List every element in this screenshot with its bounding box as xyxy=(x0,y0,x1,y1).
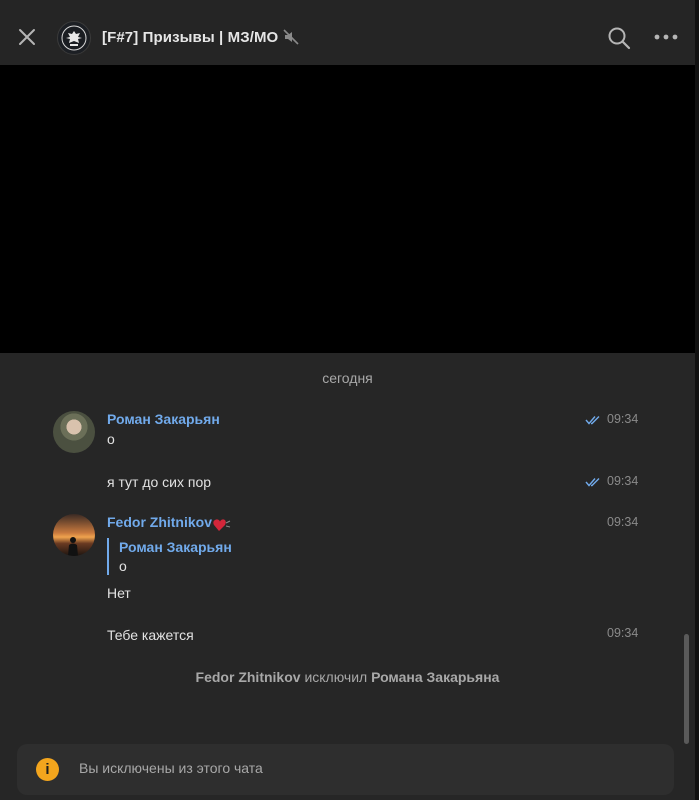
chat-title[interactable]: [F#7] Призывы | МЗ/МО xyxy=(102,29,278,46)
scrollbar[interactable] xyxy=(684,634,689,744)
reply-author: Роман Закарьян xyxy=(119,539,232,555)
message-time: 09:34 xyxy=(607,626,639,640)
message-list[interactable]: сегодня Роман Закарьян о 09:34 я тут до … xyxy=(0,353,695,800)
media-panel xyxy=(0,65,695,353)
chat-header: [F#7] Призывы | МЗ/МО xyxy=(0,0,699,65)
read-checkmarks-icon xyxy=(585,478,600,487)
avatar[interactable] xyxy=(53,411,95,453)
chat-window: [F#7] Призывы | МЗ/МО сегодня Роман Зака… xyxy=(0,0,699,800)
muted-speaker-icon xyxy=(283,29,299,45)
message-author[interactable]: Fedor Zhitnikov xyxy=(107,514,212,530)
message-text: я тут до сих пор xyxy=(107,474,212,490)
service-actor[interactable]: Fedor Zhitnikov xyxy=(196,669,301,685)
message-time: 09:34 xyxy=(607,515,639,529)
chat-avatar[interactable] xyxy=(57,21,91,55)
read-checkmarks-icon xyxy=(585,416,600,425)
close-icon xyxy=(19,29,35,45)
notice-text: Вы исключены из этого чата xyxy=(79,760,263,776)
more-options-icon[interactable] xyxy=(653,28,679,46)
message-time: 09:34 xyxy=(607,474,639,488)
search-icon[interactable] xyxy=(607,26,631,50)
service-target[interactable]: Романа Закарьяна xyxy=(371,669,499,685)
service-action: исключил xyxy=(304,669,368,685)
message-time: 09:34 xyxy=(607,412,639,426)
heart-emoji-icon xyxy=(213,519,231,531)
emblem-icon xyxy=(61,25,87,51)
service-message: Fedor Zhitnikov исключил Романа Закарьян… xyxy=(0,669,695,685)
reply-quote[interactable]: Роман Закарьян о xyxy=(107,538,232,575)
avatar[interactable] xyxy=(53,514,95,556)
message-author[interactable]: Роман Закарьян xyxy=(107,411,220,427)
reply-text: о xyxy=(119,558,127,574)
message-text: Тебе кажется xyxy=(107,627,194,643)
kicked-notice: i Вы исключены из этого чата xyxy=(17,744,674,795)
message-text: Нет xyxy=(107,585,131,601)
window-edge xyxy=(695,0,699,800)
silhouette-icon xyxy=(68,537,78,556)
close-button[interactable] xyxy=(17,27,37,47)
info-icon: i xyxy=(36,758,59,781)
message-text: о xyxy=(107,431,115,447)
date-separator: сегодня xyxy=(322,370,373,386)
